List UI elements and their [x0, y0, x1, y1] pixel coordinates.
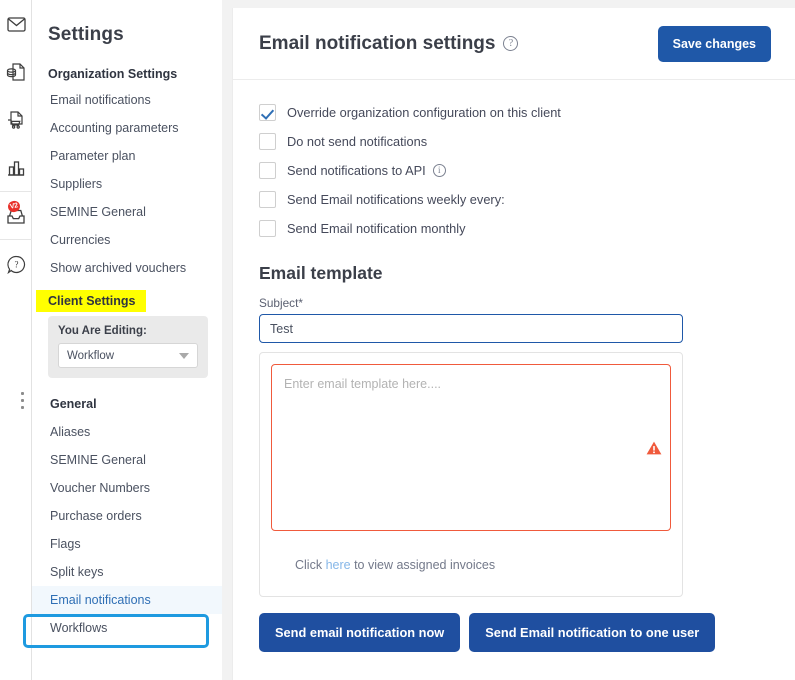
warning-triangle-icon	[646, 441, 662, 455]
sidebar-item-email-notifications-org[interactable]: Email notifications	[32, 86, 222, 114]
assigned-invoices-prefix: Click	[295, 558, 326, 572]
checkbox-label-do-not-send: Do not send notifications	[287, 134, 427, 149]
you-are-editing-label: You Are Editing:	[58, 325, 198, 337]
sidebar-drag-handle[interactable]	[21, 392, 24, 409]
checkbox-label-send-to-api: Send notifications to API i	[287, 163, 446, 178]
settings-sidebar: Settings Organization Settings Email not…	[32, 0, 222, 680]
sidebar-item-purchase-orders[interactable]: Purchase orders	[32, 502, 222, 530]
sidebar-item-general[interactable]: General	[32, 390, 222, 418]
editing-context-value: Workflow	[67, 350, 114, 362]
checkbox-row-do-not-send[interactable]: Do not send notifications	[259, 133, 769, 150]
info-circle-icon[interactable]: i	[433, 164, 446, 177]
sidebar-item-split-keys[interactable]: Split keys	[32, 558, 222, 586]
editing-context-select[interactable]: Workflow	[58, 343, 198, 368]
assigned-invoices-line: Click here to view assigned invoices	[271, 558, 671, 572]
checkbox-label-override-org-config: Override organization configuration on t…	[287, 105, 561, 120]
sidebar-item-accounting-parameters[interactable]: Accounting parameters	[32, 114, 222, 142]
mail-icon[interactable]	[0, 0, 32, 48]
checkbox-label-text-send-to-api: Send notifications to API	[287, 163, 426, 178]
main-body: Override organization configuration on t…	[233, 80, 795, 652]
send-email-notification-now-button[interactable]: Send email notification now	[259, 613, 460, 652]
checkbox-do-not-send[interactable]	[259, 133, 276, 150]
sidebar-item-voucher-numbers[interactable]: Voucher Numbers	[32, 474, 222, 502]
chevron-down-icon	[179, 353, 189, 359]
sidebar-item-currencies[interactable]: Currencies	[32, 226, 222, 254]
reports-chart-icon[interactable]	[0, 144, 32, 192]
checkbox-send-to-api[interactable]	[259, 162, 276, 179]
purchase-order-icon[interactable]	[0, 96, 32, 144]
checkbox-row-monthly[interactable]: Send Email notification monthly	[259, 220, 769, 237]
sidebar-item-email-notifications[interactable]: Email notifications	[32, 586, 222, 614]
help-icon[interactable]: ?	[0, 240, 32, 288]
question-mark-circle-icon[interactable]: ?	[503, 36, 518, 51]
checkbox-override-org-config[interactable]	[259, 104, 276, 121]
email-template-card: Enter email template here.... Click here…	[259, 352, 683, 597]
main-header: Email notification settings ? Save chang…	[233, 8, 795, 80]
subject-input[interactable]: Test	[259, 314, 683, 343]
email-template-heading: Email template	[259, 263, 769, 284]
checkbox-label-send-weekly: Send Email notifications weekly every:	[287, 192, 505, 207]
assigned-invoices-link[interactable]: here	[326, 558, 351, 572]
checkbox-row-weekly[interactable]: Send Email notifications weekly every:	[259, 191, 769, 208]
main-page-title: Email notification settings	[259, 33, 495, 55]
sidebar-group-client-settings: Client Settings	[36, 290, 146, 312]
checkbox-row-send-to-api[interactable]: Send notifications to API i	[259, 162, 769, 179]
sidebar-group-organization-settings: Organization Settings	[32, 62, 222, 86]
app-root: V2 ? Settings Organization Settings Emai…	[0, 0, 795, 680]
checkbox-label-send-monthly: Send Email notification monthly	[287, 221, 466, 236]
page-title: Settings	[32, 24, 222, 46]
email-template-placeholder: Enter email template here....	[284, 377, 441, 391]
action-button-row: Send email notification now Send Email n…	[259, 613, 769, 652]
you-are-editing-card: You Are Editing: Workflow	[48, 316, 208, 378]
send-email-notification-one-user-button[interactable]: Send Email notification to one user	[469, 613, 715, 652]
sidebar-item-semine-general[interactable]: SEMINE General	[32, 446, 222, 474]
checkbox-send-monthly[interactable]	[259, 220, 276, 237]
checkbox-row-override-org-config[interactable]: Override organization configuration on t…	[259, 104, 769, 121]
checkbox-send-weekly[interactable]	[259, 191, 276, 208]
sidebar-item-flags[interactable]: Flags	[32, 530, 222, 558]
inbox-v2-icon[interactable]: V2	[0, 192, 32, 240]
svg-text:?: ?	[14, 259, 18, 269]
sidebar-item-parameter-plan[interactable]: Parameter plan	[32, 142, 222, 170]
sidebar-item-suppliers[interactable]: Suppliers	[32, 170, 222, 198]
icon-rail: V2 ?	[0, 0, 32, 680]
main-panel: Email notification settings ? Save chang…	[232, 8, 795, 680]
sidebar-item-workflows[interactable]: Workflows	[32, 614, 222, 642]
save-changes-button[interactable]: Save changes	[658, 26, 771, 62]
subject-input-value: Test	[270, 322, 293, 336]
email-template-textarea[interactable]: Enter email template here....	[271, 364, 671, 531]
subject-label: Subject*	[259, 296, 769, 310]
assigned-invoices-suffix: to view assigned invoices	[351, 558, 496, 572]
sidebar-item-aliases[interactable]: Aliases	[32, 418, 222, 446]
sidebar-item-show-archived-vouchers[interactable]: Show archived vouchers	[32, 254, 222, 282]
invoice-icon[interactable]	[0, 48, 32, 96]
sidebar-item-semine-general-org[interactable]: SEMINE General	[32, 198, 222, 226]
